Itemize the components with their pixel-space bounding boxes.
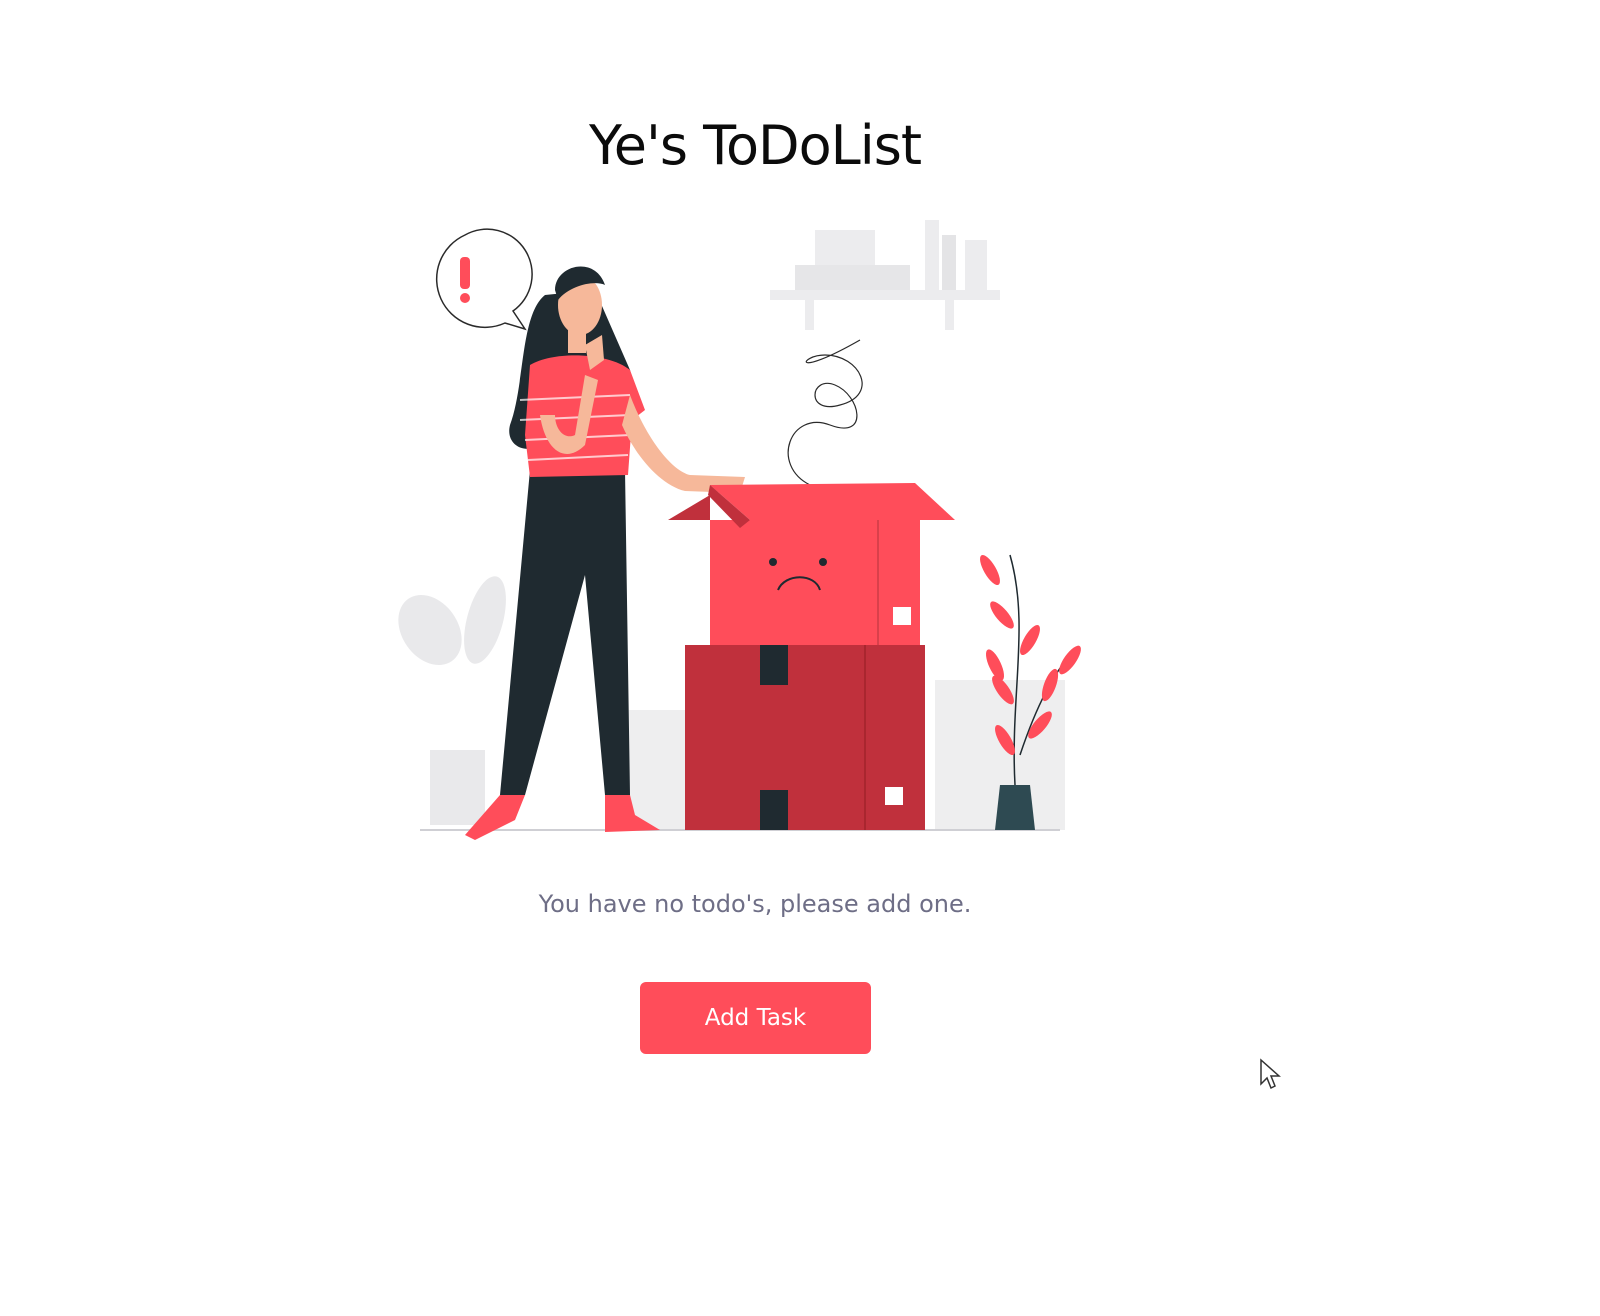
- page-title: Ye's ToDoList: [588, 114, 922, 178]
- add-task-button[interactable]: Add Task: [640, 982, 871, 1054]
- empty-state-message: You have no todo's, please add one.: [538, 890, 972, 918]
- mouse-cursor-icon: [1260, 1058, 1281, 1090]
- empty-box-illustration-icon: [398, 220, 1081, 840]
- background-plant: [398, 576, 506, 825]
- todo-app-page: Ye's ToDoList You have no todo's, please…: [0, 0, 1600, 1316]
- cardboard-boxes: [668, 483, 955, 830]
- swirl-line: [787, 339, 863, 486]
- shelf-decoration: [770, 220, 1000, 330]
- alert-bubble: [435, 228, 533, 331]
